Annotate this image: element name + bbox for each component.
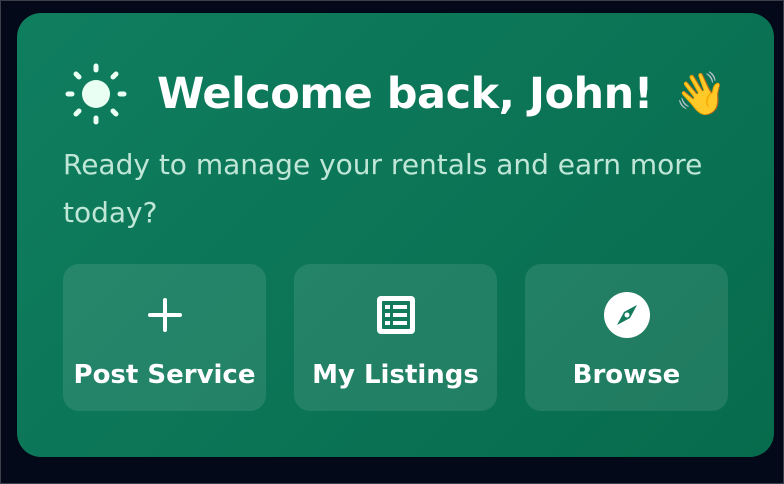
list-icon <box>371 290 421 340</box>
my-listings-label: My Listings <box>312 360 479 390</box>
my-listings-button[interactable]: My Listings <box>294 264 497 411</box>
sun-icon <box>65 63 127 125</box>
welcome-card: Welcome back, John! 👋 Ready to manage yo… <box>17 13 774 457</box>
browse-button[interactable]: Browse <box>525 264 728 411</box>
waving-hand-icon: 👋 <box>674 69 728 118</box>
welcome-header: Welcome back, John! 👋 <box>65 61 727 127</box>
page-frame: Welcome back, John! 👋 Ready to manage yo… <box>0 0 784 484</box>
plus-icon <box>140 290 190 340</box>
welcome-title: Welcome back, John! <box>157 69 653 119</box>
post-service-button[interactable]: Post Service <box>63 264 266 411</box>
compass-icon <box>602 290 652 340</box>
post-service-label: Post Service <box>73 360 256 390</box>
quick-actions: Post Service My Listings Browse <box>63 264 728 411</box>
browse-label: Browse <box>572 360 681 390</box>
welcome-subtitle: Ready to manage your rentals and earn mo… <box>63 148 703 229</box>
